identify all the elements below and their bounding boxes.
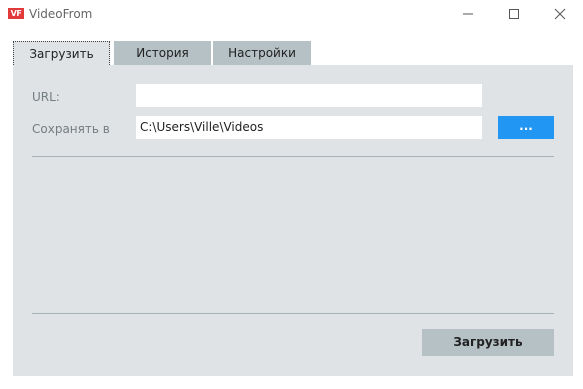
divider xyxy=(32,156,554,157)
minimize-button[interactable] xyxy=(445,0,491,28)
save-path-input[interactable]: C:\Users\Ville\Videos xyxy=(136,116,482,139)
browse-button[interactable]: ... xyxy=(498,116,554,139)
minimize-icon xyxy=(463,13,473,15)
close-icon xyxy=(554,8,566,20)
upload-panel: URL: Сохранять в C:\Users\Ville\Videos .… xyxy=(13,65,573,376)
maximize-button[interactable] xyxy=(491,0,537,28)
url-label: URL: xyxy=(32,90,60,104)
divider xyxy=(32,313,554,314)
app-logo-icon: VF xyxy=(8,8,24,19)
tab-upload[interactable]: Загрузить xyxy=(13,41,110,65)
window-title: VideoFrom xyxy=(29,7,93,21)
title-bar: VF VideoFrom xyxy=(0,0,583,30)
tab-history[interactable]: История xyxy=(114,41,211,65)
maximize-icon xyxy=(509,9,519,19)
url-input[interactable] xyxy=(136,84,482,107)
tab-settings[interactable]: Настройки xyxy=(213,41,311,65)
download-button[interactable]: Загрузить xyxy=(422,329,554,356)
close-button[interactable] xyxy=(537,0,583,28)
app-window: VF VideoFrom Загрузить История Настройки… xyxy=(0,0,583,389)
save-location-label: Сохранять в xyxy=(32,122,110,136)
